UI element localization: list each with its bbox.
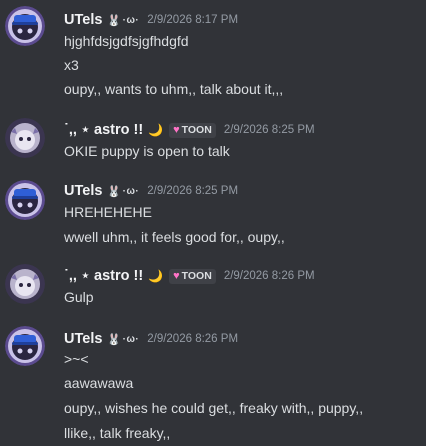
message-text: OKIE puppy is open to talk	[64, 143, 230, 159]
bunny-icon: 🐰	[107, 333, 122, 346]
bunny-icon: 🐰	[107, 185, 122, 198]
message-text: llike,, talk freaky,,	[64, 425, 171, 441]
author-name[interactable]: UTels	[64, 12, 102, 28]
message-text: x3	[64, 57, 79, 73]
bunny-icon: 🐰	[107, 14, 122, 27]
author-name[interactable]: ˙,, ⋆ astro !!	[64, 268, 143, 284]
user-tag[interactable]: 🐰 ·ω·	[107, 333, 139, 346]
avatar-utels-icon	[5, 6, 45, 46]
message-text: oupy,, wants to uhm,, talk about it,,,	[64, 81, 284, 97]
message-header: UTels 🐰 ·ω· 2/9/2026 8:17 PM	[64, 10, 238, 30]
user-tag[interactable]: 🐰 ·ω·	[107, 185, 139, 198]
message-header: ˙,, ⋆ astro !! 🌙 ♥ TOON 2/9/2026 8:26 PM	[64, 266, 315, 286]
crescent-moon-icon: 🌙	[148, 123, 164, 137]
message-text: Gulp	[64, 289, 94, 305]
author-name[interactable]: UTels	[64, 331, 102, 347]
avatar[interactable]	[5, 118, 45, 158]
timestamp[interactable]: 2/9/2026 8:26 PM	[224, 270, 315, 282]
avatar-utels-icon	[5, 180, 45, 220]
avatar-astro-icon	[5, 264, 45, 304]
avatar-utels-icon	[5, 326, 45, 366]
message-text: HREHEHEHE	[64, 204, 152, 220]
timestamp[interactable]: 2/9/2026 8:17 PM	[147, 14, 238, 26]
role-label: TOON	[181, 124, 212, 136]
message-header: ˙,, ⋆ astro !! 🌙 ♥ TOON 2/9/2026 8:25 PM	[64, 120, 315, 140]
role-badge[interactable]: ♥ TOON	[169, 122, 216, 138]
message-text: oupy,, wishes he could get,, freaky with…	[64, 400, 364, 416]
avatar-astro-icon	[5, 118, 45, 158]
tag-label: ·ω·	[122, 14, 140, 26]
user-tag[interactable]: 🐰 ·ω·	[107, 14, 139, 27]
message-text: hjghfdsjgdfsjgfhdgfd	[64, 33, 189, 49]
avatar[interactable]	[5, 326, 45, 366]
timestamp[interactable]: 2/9/2026 8:25 PM	[147, 185, 238, 197]
avatar[interactable]	[5, 180, 45, 220]
message-header: UTels 🐰 ·ω· 2/9/2026 8:25 PM	[64, 181, 238, 201]
timestamp[interactable]: 2/9/2026 8:25 PM	[224, 124, 315, 136]
message-text: >~<	[64, 351, 89, 367]
crescent-moon-icon: 🌙	[148, 269, 164, 283]
chat-message-list: UTels 🐰 ·ω· 2/9/2026 8:17 PM hjghfdsjgdf…	[0, 0, 426, 446]
tag-label: ·ω·	[122, 333, 140, 345]
avatar[interactable]	[5, 264, 45, 304]
role-badge[interactable]: ♥ TOON	[169, 268, 216, 284]
message-header: UTels 🐰 ·ω· 2/9/2026 8:26 PM	[64, 329, 238, 349]
avatar[interactable]	[5, 6, 45, 46]
heart-icon: ♥	[173, 270, 180, 282]
author-name[interactable]: UTels	[64, 183, 102, 199]
author-name[interactable]: ˙,, ⋆ astro !!	[64, 122, 143, 138]
role-label: TOON	[181, 270, 212, 282]
message-text: aawawawa	[64, 375, 134, 391]
timestamp[interactable]: 2/9/2026 8:26 PM	[147, 333, 238, 345]
heart-icon: ♥	[173, 124, 180, 136]
tag-label: ·ω·	[122, 185, 140, 197]
message-text: wwell uhm,, it feels good for,, oupy,,	[64, 229, 285, 245]
